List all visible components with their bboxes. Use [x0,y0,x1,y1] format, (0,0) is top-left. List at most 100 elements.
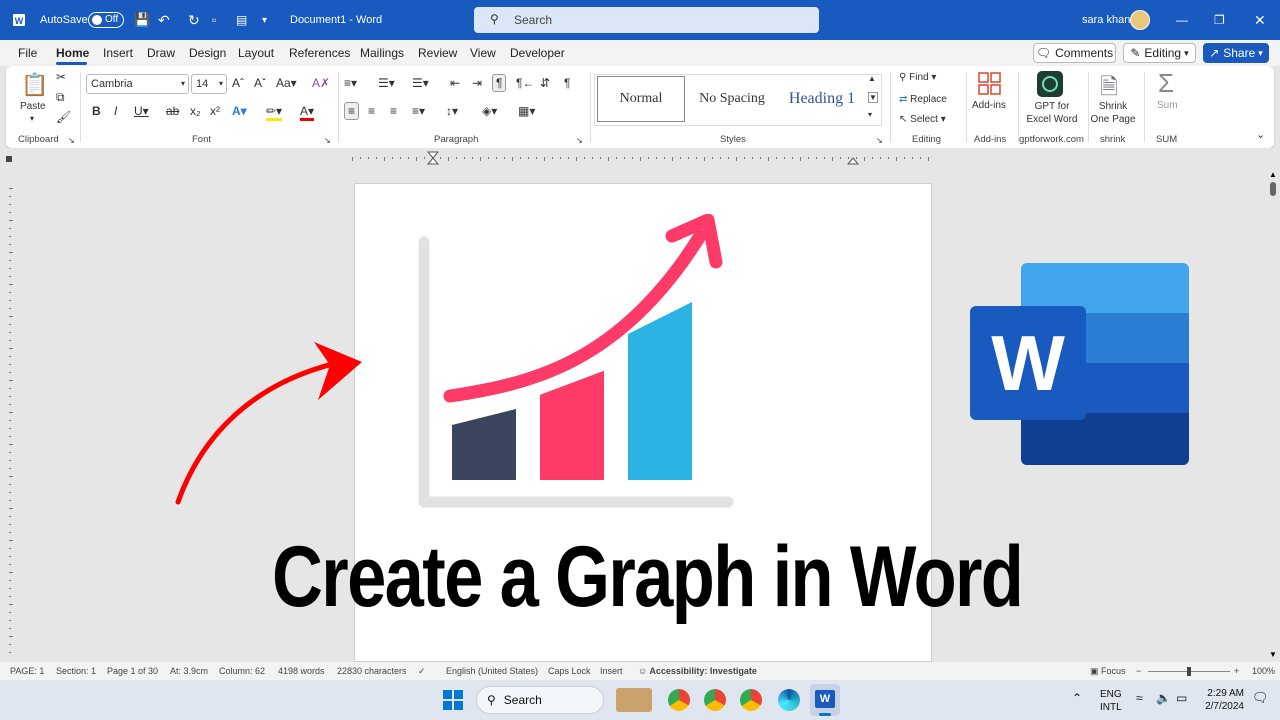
highlight-icon[interactable]: ✏▾ [266,104,283,121]
dialog-launcher-icon[interactable]: ↘ [68,136,75,145]
scroll-thumb[interactable] [1270,182,1276,196]
language-indicator[interactable]: ENG INTL [1100,688,1122,714]
paste-icon[interactable]: 📋 [20,72,50,98]
styles-scroll-up-icon[interactable]: ▲ [868,74,876,83]
font-size-select[interactable]: 14 ▾ [191,74,227,94]
customize-qat-icon[interactable]: ▾ [262,0,267,40]
gpt-icon[interactable] [1037,71,1063,97]
styles-scroll-down-icon[interactable]: ▼ [868,92,878,103]
chrome-icon[interactable] [668,689,690,711]
status-words[interactable]: 4198 words [278,666,325,676]
tab-mailings[interactable]: Mailings [360,46,404,60]
notification-icon[interactable]: 🗨 [1252,690,1269,706]
tab-design[interactable]: Design [189,46,226,60]
superscript-icon[interactable]: x² [210,104,220,118]
editing-mode-button[interactable]: ✎ Editing ▾ [1123,43,1196,63]
vertical-scrollbar[interactable]: ▲ ▼ [1266,168,1280,662]
word-taskbar-button[interactable]: W [810,684,840,716]
addins-button-label[interactable]: Add-ins [972,100,1006,111]
tray-chevron-icon[interactable]: ⌃ [1072,691,1082,705]
style-normal[interactable]: Normal [597,76,685,122]
dialog-launcher-icon[interactable]: ↘ [876,136,883,145]
tab-view[interactable]: View [470,46,496,60]
rtl-icon[interactable]: ¶← [516,76,534,90]
zoom-level[interactable]: 100% [1252,666,1275,676]
clear-formatting-icon[interactable]: A✗ [312,76,330,90]
zoom-in-icon[interactable]: + [1234,666,1239,676]
borders-icon[interactable]: ▦▾ [518,104,535,118]
undo-icon[interactable]: ↶ [158,0,170,40]
restore-icon[interactable]: ❐ [1214,0,1225,40]
select-button[interactable]: ↖ Select ▾ [899,114,946,125]
bold-icon[interactable]: B [92,104,101,118]
chrome-icon-3[interactable] [740,689,762,711]
status-accessibility[interactable]: ☺ Accessibility: Investigate [638,666,757,676]
scroll-up-icon[interactable]: ▲ [1269,170,1277,179]
edge-icon[interactable] [778,689,800,711]
minimize-icon[interactable]: — [1176,0,1188,40]
change-case-icon[interactable]: Aa▾ [276,76,297,90]
style-no-spacing[interactable]: No Spacing [688,76,776,122]
share-button[interactable]: ↗ Share ▾ [1203,43,1269,63]
tab-file[interactable]: File [18,46,37,60]
dialog-launcher-icon[interactable]: ↘ [576,136,583,145]
line-spacing-icon[interactable]: ↕▾ [446,104,458,118]
horizontal-ruler[interactable] [0,148,1280,168]
status-insert[interactable]: Insert [600,666,623,676]
tab-insert[interactable]: Insert [103,46,133,60]
gpt-button[interactable]: GPT for Excel Word [1024,100,1080,126]
battery-icon[interactable]: ▭ [1176,691,1187,705]
shrink-one-page-button[interactable]: Shrink One Page [1088,100,1138,126]
tab-references[interactable]: References [289,46,350,60]
collapse-ribbon-icon[interactable]: ⌄ [1256,128,1265,141]
comments-button[interactable]: 🗨 Comments [1033,43,1116,63]
search-input[interactable]: ⚲ Search [474,7,819,33]
chrome-icon-2[interactable] [704,689,726,711]
underline-icon[interactable]: U▾ [134,104,149,118]
sort-icon[interactable]: ⇵ [540,76,550,90]
italic-icon[interactable]: I [114,104,117,118]
paste-dropdown-icon[interactable]: ▾ [30,114,34,123]
print-preview-icon[interactable]: ▤ [236,0,247,40]
align-right-icon[interactable]: ≡ [390,104,397,118]
decrease-indent-icon[interactable]: ⇤ [450,76,460,90]
redo-icon[interactable]: ↻ [188,0,200,40]
bullets-icon[interactable]: ≡▾ [344,76,357,90]
clock[interactable]: 2:29 AM 2/7/2024 [1200,687,1244,713]
font-name-select[interactable]: Cambria ▾ [86,74,189,94]
zoom-out-icon[interactable]: − [1136,666,1141,676]
font-color-icon[interactable]: A▾ [300,104,315,121]
numbering-icon[interactable]: ☰▾ [378,76,395,90]
ltr-icon[interactable]: ¶ [492,74,507,92]
format-painter-icon[interactable]: 🖌 [56,110,71,124]
copy-icon[interactable]: ⧉ [56,90,65,105]
paste-button-label[interactable]: Paste [20,101,46,112]
focus-button[interactable]: ▣ Focus [1090,666,1126,677]
taskbar-search[interactable]: ⚲ Search [476,686,604,714]
addins-icon[interactable] [978,72,1002,96]
sum-button-label[interactable]: Sum [1157,100,1178,111]
cut-icon[interactable]: ✂ [56,70,66,84]
volume-icon[interactable]: 🔈 [1156,691,1171,705]
align-center-icon[interactable]: ≡ [368,104,375,118]
windows-start-icon[interactable] [443,690,463,710]
proofing-icon[interactable]: ✓ [418,666,426,677]
shrink-font-icon[interactable]: Aˇ [254,76,266,90]
status-page-of[interactable]: Page 1 of 30 [107,666,158,676]
find-button[interactable]: ⚲ Find ▾ [899,72,936,83]
grow-font-icon[interactable]: Aˆ [232,76,244,90]
scroll-down-icon[interactable]: ▼ [1269,650,1277,659]
tab-home[interactable]: Home [56,46,89,60]
tab-developer[interactable]: Developer [510,46,565,60]
text-effects-icon[interactable]: A▾ [232,104,247,118]
style-heading-1[interactable]: Heading 1 [778,76,866,122]
styles-more-icon[interactable]: ▾ [868,110,872,119]
zoom-slider-thumb[interactable] [1187,667,1191,676]
multilevel-list-icon[interactable]: ☰▾ [412,76,429,90]
dialog-launcher-icon[interactable]: ↘ [324,136,331,145]
word-app-icon[interactable]: W [12,0,26,40]
replace-button[interactable]: ⇄ Replace [899,94,947,105]
status-language[interactable]: English (United States) [446,666,538,676]
sum-icon[interactable]: Σ [1158,68,1174,99]
strikethrough-icon[interactable]: ab [166,104,179,118]
